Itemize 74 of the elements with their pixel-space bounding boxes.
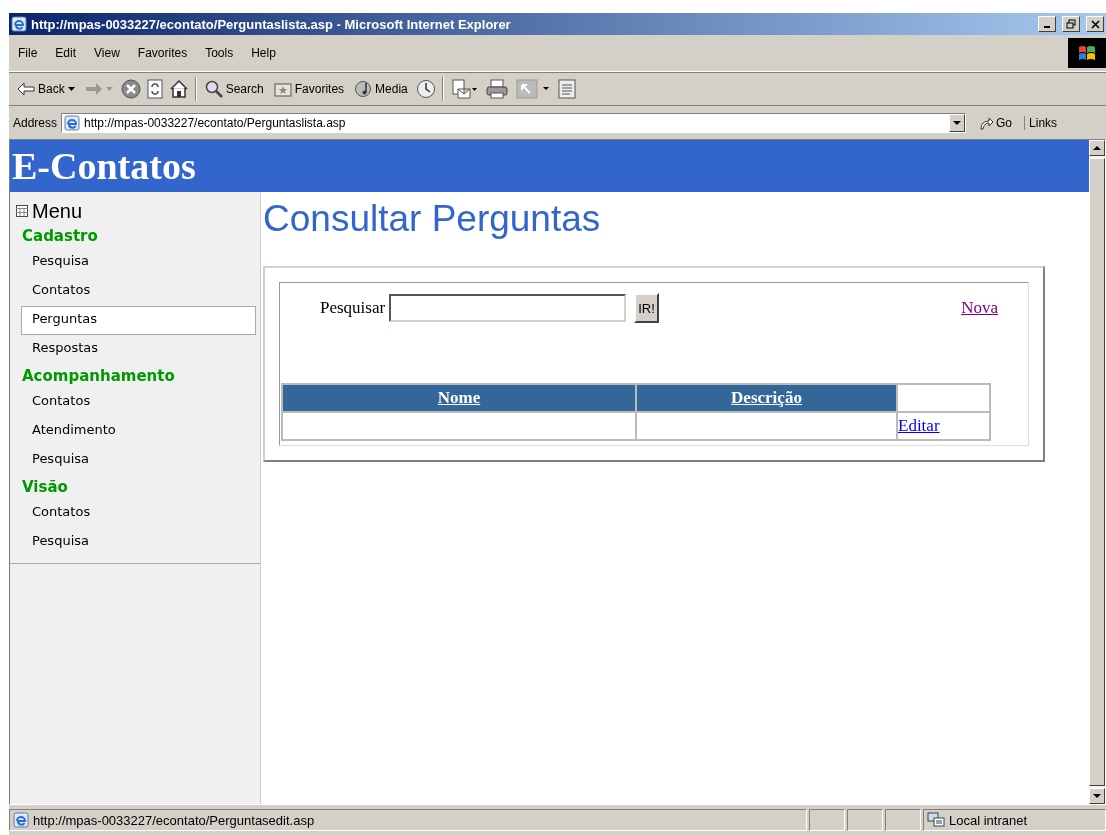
document-icon[interactable] xyxy=(557,78,576,99)
search-button[interactable]: Search xyxy=(202,79,266,98)
caret-icon xyxy=(105,86,113,91)
favorites-button[interactable]: Favorites xyxy=(271,80,347,97)
windows-logo-icon xyxy=(1068,38,1106,68)
zone-text: Local intranet xyxy=(949,812,1028,828)
stop-icon[interactable] xyxy=(120,78,141,99)
search-icon xyxy=(204,79,223,98)
status-panel xyxy=(847,809,883,831)
menu-item[interactable]: View xyxy=(85,46,129,60)
music-note-icon xyxy=(354,79,373,98)
left-arrow-icon xyxy=(17,81,35,96)
menu-section-title: Cadastro xyxy=(21,226,99,247)
menu-item[interactable]: Contatos xyxy=(21,388,256,417)
scroll-down-button[interactable] xyxy=(1089,788,1105,804)
scroll-up-button[interactable] xyxy=(1089,140,1105,156)
browser-icon xyxy=(11,16,27,32)
menu-item[interactable]: Atendimento xyxy=(21,417,256,446)
menu-item[interactable]: Contatos xyxy=(21,277,256,306)
menu-section-title: Visão xyxy=(21,477,69,498)
address-label: Address xyxy=(13,115,58,130)
minimize-button[interactable] xyxy=(1038,16,1056,32)
window-title: http://mpas-0033227/econtato/Perguntaslista.asp - Microsoft Internet Explorer xyxy=(31,16,512,32)
network-icon xyxy=(927,812,945,828)
right-arrow-icon xyxy=(84,81,103,96)
mail-icon xyxy=(451,78,478,99)
media-button[interactable]: Media xyxy=(352,79,410,98)
column-header[interactable]: Descrição xyxy=(636,384,897,412)
page-icon xyxy=(64,114,81,131)
menu-item[interactable]: File xyxy=(9,46,47,60)
history-icon[interactable] xyxy=(415,78,436,99)
links-button[interactable]: Links xyxy=(1024,115,1058,130)
home-icon[interactable] xyxy=(168,78,189,99)
address-field[interactable]: http://mpas-0033227/econtato/Perguntaslista.asp xyxy=(61,112,967,133)
go-button[interactable]: Go xyxy=(970,114,1021,131)
printer-icon[interactable] xyxy=(485,78,508,99)
refresh-icon[interactable] xyxy=(146,78,163,99)
restore-button[interactable] xyxy=(1062,16,1080,32)
status-panel xyxy=(809,809,845,831)
go-button[interactable]: IR! xyxy=(634,293,659,323)
site-title: E-Contatos xyxy=(12,144,196,188)
close-icon xyxy=(1090,19,1100,29)
caret-icon xyxy=(1093,146,1101,150)
caret-icon xyxy=(67,86,75,91)
menu-item[interactable]: Contatos xyxy=(21,499,256,528)
caret-icon xyxy=(1093,794,1101,798)
search-field[interactable] xyxy=(389,294,627,322)
menu-item[interactable]: Respostas xyxy=(21,335,256,364)
menu-item[interactable]: Pesquisa xyxy=(21,248,256,277)
dropdown-button[interactable] xyxy=(949,113,966,132)
menu-title: Menu xyxy=(32,199,83,223)
page-heading: Consultar Perguntas xyxy=(263,198,602,240)
menu-item[interactable]: Perguntas xyxy=(21,306,256,335)
mail-button[interactable] xyxy=(449,78,480,99)
arrow-square-icon xyxy=(515,78,550,99)
table-icon xyxy=(16,205,28,217)
status-panel xyxy=(885,809,921,831)
restore-icon xyxy=(1066,19,1076,29)
status-text: http://mpas-0033227/econtato/Perguntasedit.asp xyxy=(33,812,315,828)
menu-section-title: Acompanhamento xyxy=(21,366,176,387)
menu-item[interactable]: Favorites xyxy=(128,46,197,60)
search-label: Pesquisar xyxy=(320,298,386,318)
page-icon xyxy=(13,812,29,828)
menu-item[interactable]: Pesquisa xyxy=(21,528,256,557)
menu-item[interactable]: Pesquisa xyxy=(21,446,256,475)
back-button[interactable]: Back xyxy=(15,81,77,96)
star-folder-icon xyxy=(273,80,292,97)
new-link[interactable]: Nova xyxy=(961,298,998,318)
caret-icon xyxy=(953,120,962,125)
column-header[interactable]: Nome xyxy=(282,384,636,412)
menu-item[interactable]: Tools xyxy=(196,46,243,60)
close-button[interactable] xyxy=(1086,16,1104,32)
menu-item[interactable]: Edit xyxy=(46,46,86,60)
menu-item[interactable]: Help xyxy=(242,46,285,60)
